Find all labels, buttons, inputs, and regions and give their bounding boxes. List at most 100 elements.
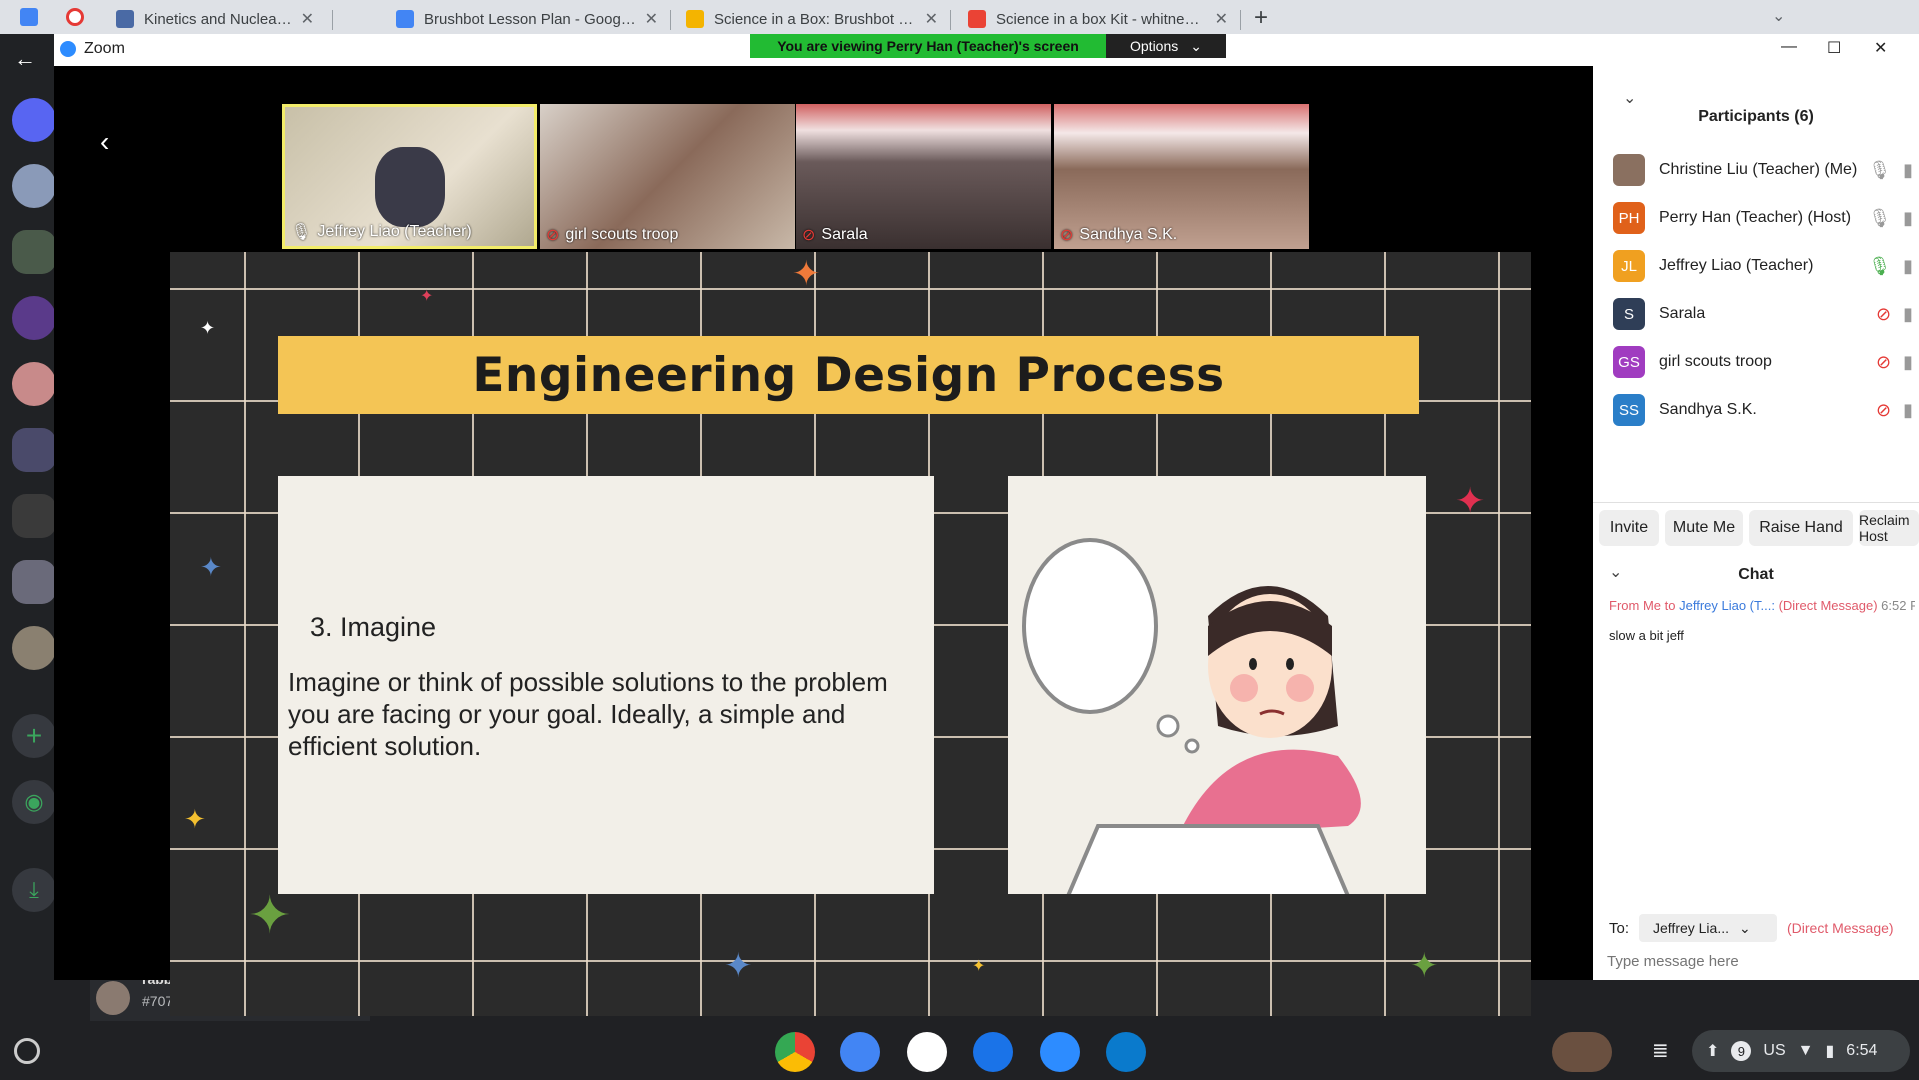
panel-divider xyxy=(1593,502,1919,503)
close-tab-icon[interactable]: ✕ xyxy=(1215,9,1228,29)
video-thumbnail-jeffrey[interactable]: 🎙 Jeffrey Liao (Teacher) xyxy=(282,104,537,249)
microphone-icon: 🎙 xyxy=(291,224,312,241)
options-label: Options xyxy=(1130,38,1179,54)
close-tab-icon[interactable]: ✕ xyxy=(301,9,314,29)
maximize-button[interactable]: ☐ xyxy=(1827,38,1841,58)
avatar: PH xyxy=(1613,202,1645,234)
chat-recipient-link[interactable]: Jeffrey Liao (T...: xyxy=(1679,598,1775,613)
video-camera-icon[interactable]: ▮ xyxy=(1903,160,1913,181)
participant-name: girl scouts troop xyxy=(1659,353,1772,370)
avatar: GS xyxy=(1613,346,1645,378)
tab-kinetics[interactable]: Kinetics and Nuclear Chemistry - ✕ xyxy=(106,4,324,34)
back-arrow-icon[interactable]: ← xyxy=(14,46,36,72)
participant-video xyxy=(375,147,445,227)
participant-row[interactable]: JL Jeffrey Liao (Teacher) 🎙 ▮ xyxy=(1613,247,1913,285)
server-icon[interactable] xyxy=(12,362,56,406)
zoom-icon[interactable] xyxy=(1040,1032,1080,1072)
video-camera-icon[interactable]: ▮ xyxy=(1903,256,1913,277)
muted-microphone-icon[interactable]: ⊘ xyxy=(1876,352,1891,373)
grid-line xyxy=(170,960,1531,962)
wifi-icon: ▼ xyxy=(1797,1042,1814,1059)
microphone-icon[interactable]: 🎙 xyxy=(1868,160,1891,181)
tab-science-box-slides[interactable]: Science in a Box: Brushbot - Goo ✕ xyxy=(676,4,948,34)
sparkle-decoration: ✦ xyxy=(200,318,216,338)
minimize-button[interactable]: — xyxy=(1781,38,1797,56)
muted-microphone-icon[interactable]: ⊘ xyxy=(1876,304,1891,325)
vscode-icon[interactable] xyxy=(1106,1032,1146,1072)
server-folder-icon[interactable] xyxy=(12,494,56,538)
zoom-side-panel: ⌄ Participants (6) Christine Liu (Teache… xyxy=(1593,66,1919,980)
media-controls-icon[interactable]: ≣ xyxy=(1652,1038,1669,1063)
chat-message-input[interactable] xyxy=(1607,946,1907,976)
microphone-icon[interactable]: 🎙 xyxy=(1868,256,1891,277)
discord-home-icon[interactable] xyxy=(12,98,56,142)
video-camera-icon[interactable]: ▮ xyxy=(1903,352,1913,373)
video-camera-icon[interactable]: ▮ xyxy=(1903,208,1913,229)
chat-recipient-select[interactable]: Jeffrey Lia... ⌄ xyxy=(1639,914,1777,942)
chat-header: Chat xyxy=(1738,566,1774,583)
sparkle-decoration: ✦ xyxy=(420,288,434,305)
server-folder-icon[interactable] xyxy=(12,560,56,604)
microphone-icon[interactable]: 🎙 xyxy=(1868,208,1891,229)
raise-hand-button[interactable]: Raise Hand xyxy=(1749,510,1853,546)
invite-button[interactable]: Invite xyxy=(1599,510,1659,546)
server-icon[interactable] xyxy=(12,296,56,340)
server-folder-icon[interactable] xyxy=(12,230,56,274)
tab-divider xyxy=(1240,10,1241,30)
tab-brushbot-lesson[interactable]: Brushbot Lesson Plan - Google D ✕ xyxy=(386,4,668,34)
add-server-icon[interactable]: + xyxy=(12,714,56,758)
launcher-icon[interactable] xyxy=(14,1038,40,1064)
new-tab-button[interactable]: + xyxy=(1254,4,1268,32)
collapse-thumbnails-icon[interactable]: ‹ xyxy=(100,126,109,158)
muted-microphone-icon[interactable]: ⊘ xyxy=(1876,400,1891,421)
gmail-icon[interactable] xyxy=(907,1032,947,1072)
grid-line xyxy=(244,252,246,1016)
close-window-button[interactable]: ✕ xyxy=(1874,38,1887,58)
video-thumbnail-girl-scouts[interactable]: ⊘ girl scouts troop xyxy=(540,104,795,249)
files-icon[interactable] xyxy=(973,1032,1013,1072)
video-camera-icon[interactable]: ▮ xyxy=(1903,400,1913,421)
docs-icon[interactable] xyxy=(840,1032,880,1072)
chat-message-meta: From Me to Jeffrey Liao (T...: (Direct M… xyxy=(1609,598,1915,613)
chat-recipient-value: Jeffrey Lia... xyxy=(1653,920,1730,936)
chevron-down-icon: ⌄ xyxy=(1190,37,1202,54)
system-tray[interactable]: ⬆ 9 US ▼ ▮ 6:54 xyxy=(1692,1030,1910,1072)
participant-row[interactable]: GS girl scouts troop ⊘ ▮ xyxy=(1613,343,1913,381)
server-folder-icon[interactable] xyxy=(12,428,56,472)
slides-icon xyxy=(686,10,704,28)
chat-timestamp: 6:52 PM xyxy=(1881,598,1915,613)
tote-holding-space-icon[interactable] xyxy=(1552,1032,1612,1072)
chat-from: From Me to xyxy=(1609,598,1676,613)
collapse-participants-icon[interactable]: ⌄ xyxy=(1623,88,1636,108)
video-name-label: ⊘ Sandhya S.K. xyxy=(1060,226,1178,244)
participant-row[interactable]: PH Perry Han (Teacher) (Host) 🎙 ▮ xyxy=(1613,199,1913,237)
avatar: JL xyxy=(1613,250,1645,282)
tab-science-box-kit[interactable]: Science in a box Kit - whitneyrob ✕ xyxy=(958,4,1238,34)
sparkle-decoration: ✦ xyxy=(792,255,821,293)
participant-row[interactable]: Christine Liu (Teacher) (Me) 🎙 ▮ xyxy=(1613,151,1913,189)
video-name-label: ⊘ Sarala xyxy=(802,226,868,244)
sparkle-decoration: ✦ xyxy=(200,552,222,582)
tab-search-icon[interactable]: ⌄ xyxy=(1772,6,1785,26)
avatar[interactable] xyxy=(96,981,130,1015)
participant-row[interactable]: SS Sandhya S.K. ⊘ ▮ xyxy=(1613,391,1913,429)
reclaim-host-button[interactable]: Reclaim Host xyxy=(1859,510,1919,546)
chevron-down-icon: ⌄ xyxy=(1739,919,1751,936)
close-tab-icon[interactable]: ✕ xyxy=(645,9,658,29)
close-tab-icon[interactable]: ✕ xyxy=(925,9,938,29)
explore-servers-icon[interactable]: ◉ xyxy=(12,780,56,824)
video-camera-icon[interactable]: ▮ xyxy=(1903,304,1913,325)
video-thumbnail-sarala[interactable]: ⊘ Sarala xyxy=(796,104,1051,249)
mute-me-button[interactable]: Mute Me xyxy=(1665,510,1743,546)
video-thumbnail-sandhya[interactable]: ⊘ Sandhya S.K. xyxy=(1054,104,1309,249)
sparkle-decoration: ✦ xyxy=(724,947,753,985)
extension-badge-icon[interactable] xyxy=(66,8,84,26)
download-apps-icon[interactable]: ⤓ xyxy=(12,868,56,912)
server-icon[interactable] xyxy=(12,626,56,670)
view-options-button[interactable]: Options ⌄ xyxy=(1106,34,1226,58)
os-shelf: ≣ ⬆ 9 US ▼ ▮ 6:54 xyxy=(0,1022,1919,1080)
profile-icon[interactable] xyxy=(20,8,38,26)
participant-row[interactable]: S Sarala ⊘ ▮ xyxy=(1613,295,1913,333)
server-icon[interactable] xyxy=(12,164,56,208)
chrome-icon[interactable] xyxy=(775,1032,815,1072)
